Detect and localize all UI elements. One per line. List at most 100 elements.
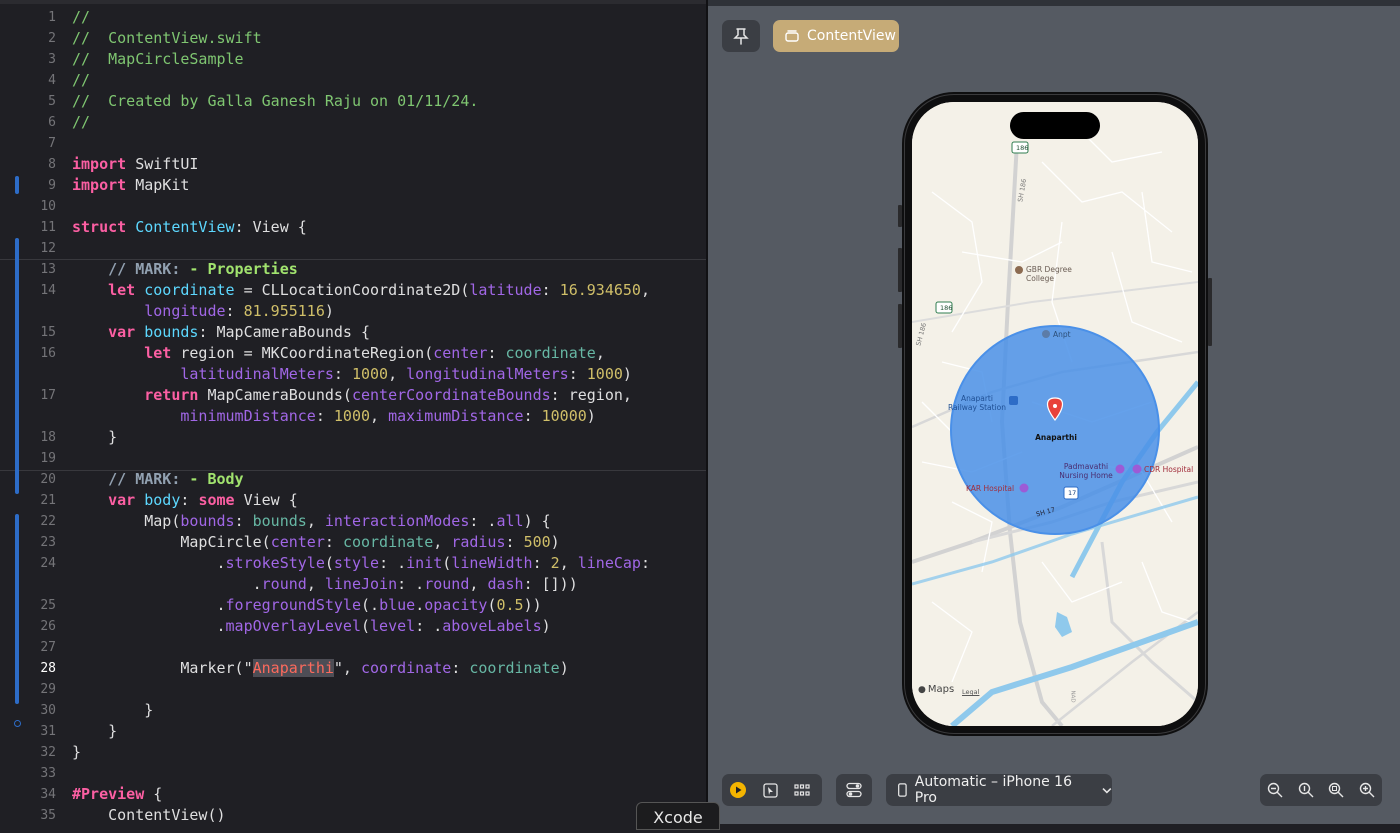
code-text[interactable]: MapCircle(center: coordinate, radius: 50… bbox=[72, 532, 559, 553]
code-text[interactable]: longitude: 81.955116) bbox=[72, 301, 334, 322]
zoom-to-fit-icon[interactable] bbox=[1328, 782, 1344, 798]
code-line[interactable]: 32} bbox=[0, 742, 706, 763]
legal-link[interactable]: Legal bbox=[962, 688, 979, 696]
code-text[interactable]: minimumDistance: 1000, maximumDistance: … bbox=[72, 406, 596, 427]
code-line[interactable]: 13 // MARK: - Properties bbox=[0, 259, 706, 280]
code-line[interactable]: 24 .strokeStyle(style: .init(lineWidth: … bbox=[0, 553, 706, 574]
code-text[interactable]: } bbox=[72, 700, 153, 721]
poi-gbr-college[interactable]: GBR Degree College bbox=[1026, 265, 1078, 283]
code-line[interactable]: 11 struct ContentView: View { bbox=[0, 217, 706, 238]
code-text[interactable]: .strokeStyle(style: .init(lineWidth: 2, … bbox=[72, 553, 650, 574]
code-text[interactable]: .foregroundStyle(.blue.opacity(0.5)) bbox=[72, 595, 541, 616]
code-line[interactable]: latitudinalMeters: 1000, longitudinalMet… bbox=[0, 364, 706, 385]
device-selector[interactable]: Automatic – iPhone 16 Pro bbox=[886, 774, 1112, 806]
code-text[interactable]: #Preview { bbox=[72, 784, 162, 805]
code-text[interactable]: import SwiftUI bbox=[72, 154, 198, 175]
pin-button[interactable] bbox=[722, 20, 760, 52]
code-text[interactable]: .mapOverlayLevel(level: .aboveLabels) bbox=[72, 616, 550, 637]
zoom-out-icon[interactable] bbox=[1267, 782, 1283, 798]
code-line[interactable]: 30 } bbox=[0, 700, 706, 721]
code-line[interactable]: 33 bbox=[0, 763, 706, 784]
code-line[interactable]: 21 var body: some View { bbox=[0, 490, 706, 511]
code-line[interactable]: 6 // bbox=[0, 112, 706, 133]
code-text[interactable]: var body: some View { bbox=[72, 490, 298, 511]
code-text[interactable]: // bbox=[72, 7, 90, 28]
code-text[interactable]: // MapCircleSample bbox=[72, 49, 244, 70]
code-token: // MARK: bbox=[108, 260, 190, 278]
code-line[interactable]: 23 MapCircle(center: coordinate, radius:… bbox=[0, 532, 706, 553]
poi-kar-hospital[interactable]: KAR Hospital bbox=[966, 484, 1014, 493]
code-text[interactable]: } bbox=[72, 721, 117, 742]
line-number: 11 bbox=[40, 220, 56, 235]
code-line[interactable]: 16 let region = MKCoordinateRegion(cente… bbox=[0, 343, 706, 364]
code-line[interactable]: 27 bbox=[0, 637, 706, 658]
code-text[interactable]: .round, lineJoin: .round, dash: [])) bbox=[72, 574, 578, 595]
code-line[interactable]: 15 var bounds: MapCameraBounds { bbox=[0, 322, 706, 343]
code-line[interactable]: longitude: 81.955116) bbox=[0, 301, 706, 322]
code-text[interactable]: // Created by Galla Ganesh Raju on 01/11… bbox=[72, 91, 478, 112]
zoom-in-icon[interactable] bbox=[1359, 782, 1375, 798]
code-line[interactable]: 18 } bbox=[0, 427, 706, 448]
code-text[interactable]: return MapCameraBounds(centerCoordinateB… bbox=[72, 385, 632, 406]
select-mode-button[interactable] bbox=[754, 782, 786, 798]
code-line[interactable]: 3 // MapCircleSample bbox=[0, 49, 706, 70]
code-line[interactable]: 5 // Created by Galla Ganesh Raju on 01/1… bbox=[0, 91, 706, 112]
poi-cdr-hospital[interactable]: CDR Hospital bbox=[1144, 465, 1193, 474]
code-text[interactable]: } bbox=[72, 427, 117, 448]
code-text[interactable]: Map(bounds: bounds, interactionModes: .a… bbox=[72, 511, 550, 532]
code-line[interactable]: 4 // bbox=[0, 70, 706, 91]
code-text[interactable]: let region = MKCoordinateRegion(center: … bbox=[72, 343, 605, 364]
code-line[interactable]: 26 .mapOverlayLevel(level: .aboveLabels) bbox=[0, 616, 706, 637]
code-text[interactable]: let coordinate = CLLocationCoordinate2D(… bbox=[72, 280, 650, 301]
content-view-button[interactable]: ContentView bbox=[773, 20, 899, 52]
code-line[interactable]: 10 bbox=[0, 196, 706, 217]
code-line[interactable]: 19 bbox=[0, 448, 706, 469]
code-editor[interactable]: 1 // 2 // ContentView.swift 3 // MapCircleSam… bbox=[0, 0, 706, 824]
code-token: } bbox=[72, 701, 154, 719]
code-text[interactable]: // ContentView.swift bbox=[72, 28, 262, 49]
code-line[interactable]: 1 // bbox=[0, 7, 706, 28]
code-text[interactable]: // MARK: - Body bbox=[72, 469, 243, 490]
poi-padmavathi[interactable]: Padmavathi Nursing Home bbox=[1056, 462, 1116, 480]
code-line[interactable]: 2 // ContentView.swift bbox=[0, 28, 706, 49]
code-line[interactable]: 12 bbox=[0, 238, 706, 259]
code-line[interactable]: 28 Marker("Anaparthi", coordinate: coord… bbox=[0, 658, 706, 679]
code-line[interactable]: 35 ContentView() bbox=[0, 805, 706, 824]
code-text[interactable]: import MapKit bbox=[72, 175, 189, 196]
map-view[interactable]: 186 186 17 SH 186 SH 186 SH 17 NAD GBR D… bbox=[912, 102, 1198, 726]
poi-railway-station[interactable]: Anaparti Railway Station bbox=[946, 394, 1008, 412]
code-text[interactable]: struct ContentView: View { bbox=[72, 217, 307, 238]
code-line[interactable]: 20 // MARK: - Body bbox=[0, 469, 706, 490]
code-line[interactable]: .round, lineJoin: .round, dash: [])) bbox=[0, 574, 706, 595]
code-line[interactable]: 31 } bbox=[0, 721, 706, 742]
code-line[interactable]: 9 import MapKit bbox=[0, 175, 706, 196]
line-number: 2 bbox=[48, 31, 56, 46]
code-text[interactable]: // MARK: - Properties bbox=[72, 259, 298, 280]
code-line[interactable]: 7 bbox=[0, 133, 706, 154]
code-line[interactable]: 34 #Preview { bbox=[0, 784, 706, 805]
xcode-dock-tooltip[interactable]: Xcode bbox=[636, 802, 720, 830]
code-text[interactable]: // bbox=[72, 112, 90, 133]
code-text[interactable]: // bbox=[72, 70, 90, 91]
code-line[interactable]: 29 bbox=[0, 679, 706, 700]
canvas-settings-button[interactable] bbox=[836, 774, 872, 806]
variants-button[interactable] bbox=[786, 784, 818, 796]
code-line[interactable]: minimumDistance: 1000, maximumDistance: … bbox=[0, 406, 706, 427]
code-text[interactable]: Marker("Anaparthi", coordinate: coordina… bbox=[72, 658, 569, 679]
code-token: ) bbox=[586, 407, 596, 425]
code-line[interactable]: 14 let coordinate = CLLocationCoordinate… bbox=[0, 280, 706, 301]
code-line[interactable]: 22 Map(bounds: bounds, interactionModes:… bbox=[0, 511, 706, 532]
code-line[interactable]: 8 import SwiftUI bbox=[0, 154, 706, 175]
live-mode-button[interactable] bbox=[722, 781, 754, 799]
code-line[interactable]: 25 .foregroundStyle(.blue.opacity(0.5)) bbox=[0, 595, 706, 616]
code-line[interactable]: 17 return MapCameraBounds(centerCoordina… bbox=[0, 385, 706, 406]
zoom-actual-size-icon[interactable] bbox=[1298, 782, 1314, 798]
code-token: style bbox=[333, 554, 380, 572]
line-number: 20 bbox=[40, 472, 56, 487]
marker-label[interactable]: Anaparthi bbox=[1034, 433, 1078, 442]
code-text[interactable]: ContentView() bbox=[72, 805, 225, 824]
code-text[interactable]: latitudinalMeters: 1000, longitudinalMet… bbox=[72, 364, 632, 385]
code-text[interactable]: } bbox=[72, 742, 81, 763]
code-text[interactable]: var bounds: MapCameraBounds { bbox=[72, 322, 370, 343]
poi-anpt[interactable]: Anpt bbox=[1053, 330, 1071, 339]
